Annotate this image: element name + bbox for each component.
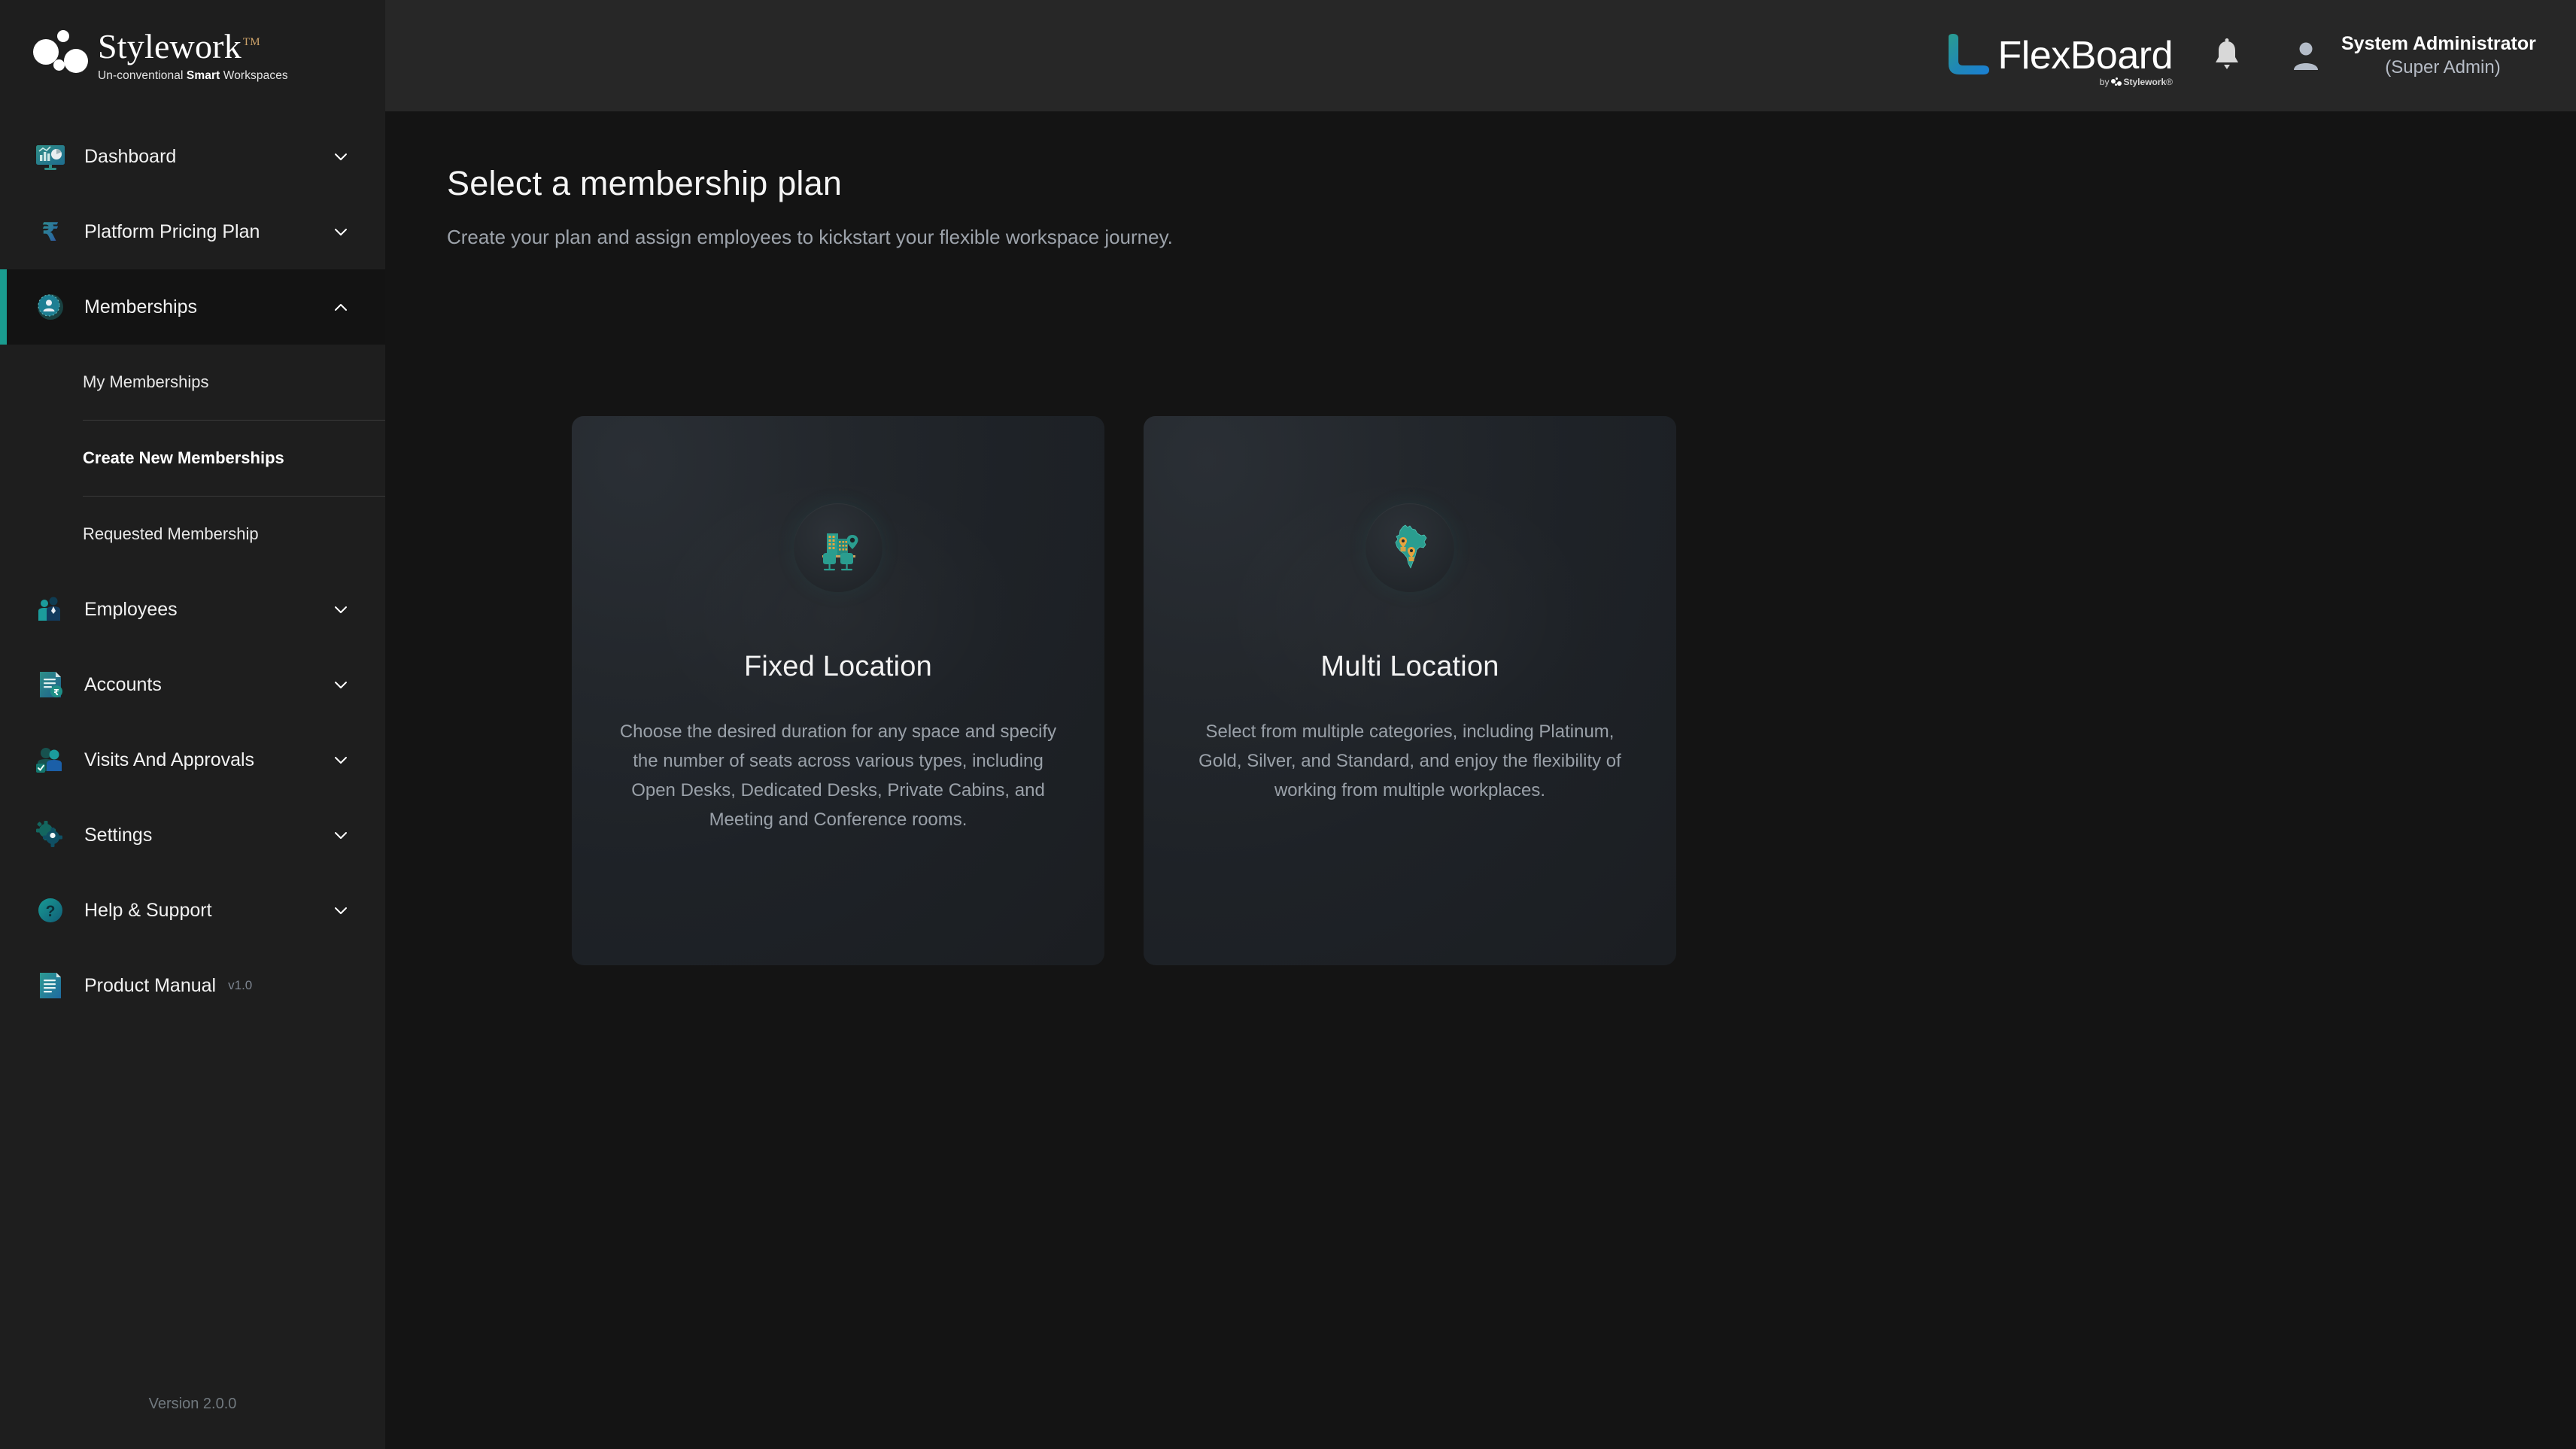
accounts-invoice-icon: ₹ — [33, 667, 68, 702]
sidebar-subitem-requested-membership[interactable]: Requested Membership — [0, 497, 385, 572]
sidebar-subitem-create-new-memberships[interactable]: Create New Memberships — [0, 421, 385, 496]
bell-icon[interactable] — [2207, 36, 2246, 75]
manual-book-icon — [33, 968, 68, 1003]
flexboard-logo: FlexBoard by Stylework ® — [1940, 32, 2174, 87]
sidebar-item-platform-pricing-plan[interactable]: ₹ Platform Pricing Plan — [0, 194, 385, 269]
sidebar-item-visits-and-approvals[interactable]: Visits And Approvals — [0, 722, 385, 797]
sidebar-item-label: Accounts — [84, 673, 162, 695]
brand-trademark: TM — [242, 36, 260, 49]
plan-card-description: Select from multiple categories, includi… — [1198, 721, 1621, 800]
chevron-down-icon[interactable] — [330, 824, 352, 846]
sidebar-item-label: Employees — [84, 598, 178, 620]
plan-card-title: Multi Location — [1320, 651, 1499, 682]
brand-tagline-post: Workspaces — [220, 68, 288, 82]
sidebar: Stylework TM Un-conventional Smart Worksp… — [0, 0, 385, 1449]
sidebar-item-label: Platform Pricing Plan — [84, 220, 260, 242]
page-body: Select a membership plan Create your pla… — [385, 111, 2576, 965]
chevron-down-icon[interactable] — [330, 673, 352, 696]
chevron-down-icon[interactable] — [330, 749, 352, 771]
main-content: FlexBoard by Stylework ® System Administ… — [385, 0, 2576, 1449]
sidebar-subitem-label: Requested Membership — [83, 524, 259, 543]
brand-tagline-pre: Un-conventional — [98, 68, 187, 82]
brand-text: Stylework TM Un-conventional Smart Worksp… — [98, 29, 288, 83]
sidebar-item-dashboard[interactable]: Dashboard — [0, 119, 385, 194]
chevron-down-icon[interactable] — [330, 598, 352, 621]
sidebar-version-label: Version 2.0.0 — [148, 1396, 237, 1412]
plan-card-title: Fixed Location — [744, 651, 932, 682]
plan-card-list: Fixed Location Choose the desired durati… — [447, 416, 2576, 965]
rupee-icon: ₹ — [33, 214, 68, 249]
sidebar-item-label: Settings — [84, 824, 153, 846]
user-role: (Super Admin) — [2385, 57, 2501, 78]
membership-person-icon — [33, 290, 68, 324]
sidebar-item-settings[interactable]: Settings — [0, 797, 385, 873]
sidebar-item-label: Product Manual — [84, 974, 217, 996]
page-title: Select a membership plan — [447, 164, 843, 202]
byline-prefix: by — [2099, 77, 2110, 87]
brand-tagline: Un-conventional Smart Workspaces — [98, 69, 288, 83]
plan-card-multi-location[interactable]: Multi Location Select from multiple cate… — [1144, 416, 1676, 965]
sidebar-item-label: Help & Support — [84, 899, 212, 921]
india-map-pins-icon — [1365, 503, 1454, 592]
chevron-up-icon[interactable] — [330, 296, 352, 318]
stylework-small-logo-icon — [2111, 77, 2122, 87]
chevron-down-icon[interactable] — [330, 145, 352, 168]
user-name: System Administrator — [2341, 32, 2536, 54]
sidebar-subitem-my-memberships[interactable]: My Memberships — [0, 345, 385, 420]
plan-card-description: Choose the desired duration for any spac… — [619, 721, 1057, 830]
app-root: Stylework TM Un-conventional Smart Worksp… — [0, 0, 2576, 1449]
svg-text:?: ? — [46, 903, 56, 920]
stylework-brand-logo[interactable]: Stylework TM Un-conventional Smart Worksp… — [0, 0, 385, 111]
flexboard-name: FlexBoard — [1997, 34, 2174, 77]
byline-brand: Stylework — [2123, 77, 2167, 87]
employees-people-icon — [33, 592, 68, 627]
visits-approval-icon — [33, 743, 68, 777]
dashboard-monitor-icon — [33, 139, 68, 174]
gear-icon — [33, 818, 68, 852]
svg-text:₹: ₹ — [41, 217, 59, 248]
brand-name: Stylework — [98, 26, 242, 65]
user-profile[interactable]: System Administrator (Super Admin) — [2341, 32, 2544, 79]
question-circle-icon: ? — [33, 893, 68, 928]
sidebar-item-accounts[interactable]: ₹ Accounts — [0, 647, 385, 722]
flexboard-byline: by Stylework ® — [2100, 77, 2173, 87]
sidebar-item-label: Dashboard — [84, 145, 177, 167]
sidebar-item-employees[interactable]: Employees — [0, 572, 385, 647]
memberships-submenu: My Memberships Create New Memberships Re… — [0, 345, 385, 572]
sidebar-item-memberships[interactable]: Memberships — [0, 269, 385, 345]
chevron-down-icon[interactable] — [330, 220, 352, 243]
plan-card-fixed-location[interactable]: Fixed Location Choose the desired durati… — [572, 416, 1104, 965]
flexboard-wordmark: FlexBoard by Stylework ® — [1997, 34, 2174, 87]
sidebar-item-label: Visits And Approvals — [84, 749, 255, 770]
sidebar-subitem-label: My Memberships — [83, 372, 209, 391]
sidebar-item-product-manual[interactable]: Product Manual v1.0 — [0, 948, 385, 1023]
stylework-logo-icon — [33, 29, 88, 83]
building-seats-location-icon — [794, 503, 882, 592]
byline-tm: ® — [2166, 77, 2173, 87]
sidebar-item-help-and-support[interactable]: ? Help & Support — [0, 873, 385, 948]
sidebar-subitem-label: Create New Memberships — [83, 448, 284, 467]
sidebar-item-label: Memberships — [84, 296, 198, 317]
page-subtitle: Create your plan and assign employees to… — [447, 226, 1173, 248]
chevron-down-icon[interactable] — [330, 899, 352, 922]
product-manual-version: v1.0 — [228, 978, 253, 992]
user-avatar-icon[interactable] — [2287, 37, 2325, 74]
sidebar-nav: Dashboard ₹ Platform Pricing Plan Member… — [0, 111, 385, 1023]
flexboard-logo-icon — [1940, 32, 1995, 79]
svg-text:₹: ₹ — [53, 688, 59, 697]
top-header: FlexBoard by Stylework ® System Administ… — [385, 0, 2576, 111]
brand-tagline-bold: Smart — [186, 68, 220, 82]
